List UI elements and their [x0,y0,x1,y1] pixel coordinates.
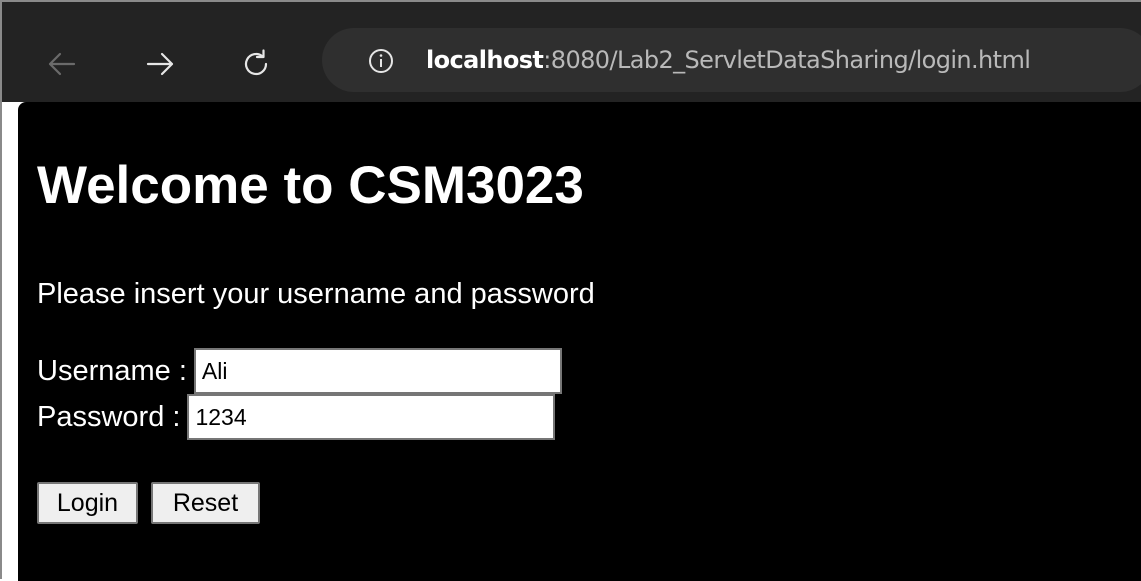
password-input[interactable] [187,394,556,440]
login-button[interactable]: Login [37,482,138,524]
instruction-text: Please insert your username and password [37,278,595,310]
username-input[interactable] [193,348,562,394]
forward-arrow-icon [146,52,174,76]
browser-toolbar: localhost:8080/Lab2_ServletDataSharing/l… [2,2,1141,102]
url-host: localhost [426,46,544,74]
password-label: Password : [37,401,181,433]
password-row: Password : [37,394,556,440]
forward-button[interactable] [138,42,182,86]
browser-window: localhost:8080/Lab2_ServletDataSharing/l… [0,0,1141,581]
back-button[interactable] [40,42,84,86]
page-heading: Welcome to CSM3023 [37,156,584,215]
reset-button[interactable]: Reset [151,482,260,524]
username-row: Username : [37,348,562,394]
username-label: Username : [37,355,187,387]
page-viewport: Welcome to CSM3023 Please insert your us… [18,102,1141,581]
reload-icon [244,49,268,76]
back-arrow-icon [48,52,76,76]
form-buttons: Login Reset [37,482,273,524]
address-bar[interactable]: localhost:8080/Lab2_ServletDataSharing/l… [322,28,1141,92]
url-text[interactable]: localhost:8080/Lab2_ServletDataSharing/l… [426,46,1031,74]
reload-button[interactable] [234,42,278,86]
info-icon[interactable] [368,48,394,74]
url-path: :8080/Lab2_ServletDataSharing/login.html [543,46,1031,74]
